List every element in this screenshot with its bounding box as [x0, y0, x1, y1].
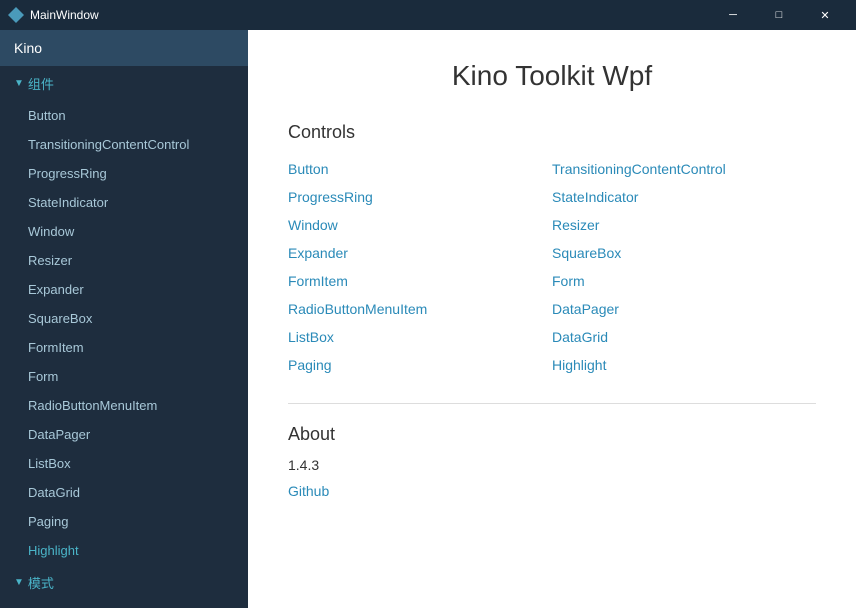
about-section-title: About [288, 424, 816, 445]
controls-grid: Button TransitioningContentControl Progr… [288, 161, 816, 373]
sidebar-item-kino[interactable]: Kino [0, 30, 248, 66]
sidebar-item-formitem[interactable]: FormItem [0, 333, 248, 362]
sidebar-section-components-items: Button TransitioningContentControl Progr… [0, 101, 248, 565]
github-link[interactable]: Github [288, 483, 329, 499]
control-link-transitioningcontentcontrol[interactable]: TransitioningContentControl [552, 161, 816, 177]
maximize-button[interactable]: □ [756, 0, 802, 30]
sidebar-item-datagrid[interactable]: DataGrid [0, 478, 248, 507]
control-link-listbox[interactable]: ListBox [288, 329, 552, 345]
sidebar-item-expander[interactable]: Expander [0, 275, 248, 304]
sidebar-item-resizer[interactable]: Resizer [0, 246, 248, 275]
sidebar-item-window[interactable]: Window [0, 217, 248, 246]
control-link-expander[interactable]: Expander [288, 245, 552, 261]
control-link-datagrid[interactable]: DataGrid [552, 329, 816, 345]
main-layout: Kino ▼ 组件 Button TransitioningContentCon… [0, 30, 856, 608]
control-link-datapager[interactable]: DataPager [552, 301, 816, 317]
about-version: 1.4.3 [288, 457, 816, 473]
sidebar-item-progressring[interactable]: ProgressRing [0, 159, 248, 188]
page-title: Kino Toolkit Wpf [288, 60, 816, 92]
sidebar-item-transitioningcontentcontrol[interactable]: TransitioningContentControl [0, 130, 248, 159]
control-link-squarebox[interactable]: SquareBox [552, 245, 816, 261]
control-link-button[interactable]: Button [288, 161, 552, 177]
control-link-paging[interactable]: Paging [288, 357, 552, 373]
control-link-radiobuttonmenuitem[interactable]: RadioButtonMenuItem [288, 301, 552, 317]
close-button[interactable]: ✕ [802, 0, 848, 30]
control-link-progressring[interactable]: ProgressRing [288, 189, 552, 205]
sidebar-item-paging[interactable]: Paging [0, 507, 248, 536]
sidebar-section-modes[interactable]: ▼ 模式 [0, 565, 248, 600]
sidebar-section-modes-items: Sign in/Sign Up Curd [0, 600, 248, 608]
collapse-arrow-modes: ▼ [14, 577, 24, 588]
control-link-highlight[interactable]: Highlight [552, 357, 816, 373]
control-link-stateindicator[interactable]: StateIndicator [552, 189, 816, 205]
sidebar: Kino ▼ 组件 Button TransitioningContentCon… [0, 30, 248, 608]
control-link-window[interactable]: Window [288, 217, 552, 233]
minimize-button[interactable]: ─ [710, 0, 756, 30]
sidebar-item-highlight[interactable]: Highlight [0, 536, 248, 565]
window-controls: ─ □ ✕ [710, 0, 848, 30]
sidebar-item-squarebox[interactable]: SquareBox [0, 304, 248, 333]
sidebar-item-datapager[interactable]: DataPager [0, 420, 248, 449]
sidebar-section-components[interactable]: ▼ 组件 [0, 66, 248, 101]
section-divider [288, 403, 816, 404]
control-link-formitem[interactable]: FormItem [288, 273, 552, 289]
app-icon [8, 7, 24, 23]
sidebar-item-stateindicator[interactable]: StateIndicator [0, 188, 248, 217]
sidebar-item-radiobuttonmenuitem[interactable]: RadioButtonMenuItem [0, 391, 248, 420]
controls-section-title: Controls [288, 122, 816, 143]
titlebar: MainWindow ─ □ ✕ [0, 0, 856, 30]
sidebar-item-button[interactable]: Button [0, 101, 248, 130]
sidebar-item-listbox[interactable]: ListBox [0, 449, 248, 478]
control-link-resizer[interactable]: Resizer [552, 217, 816, 233]
collapse-arrow-components: ▼ [14, 78, 24, 89]
sidebar-section-components-label: 组件 [28, 74, 54, 93]
sidebar-section-modes-label: 模式 [28, 573, 54, 592]
control-link-form[interactable]: Form [552, 273, 816, 289]
titlebar-title: MainWindow [30, 8, 710, 22]
sidebar-item-form[interactable]: Form [0, 362, 248, 391]
sidebar-item-signin-signup[interactable]: Sign in/Sign Up [0, 600, 248, 608]
content-area: Kino Toolkit Wpf Controls Button Transit… [248, 30, 856, 608]
